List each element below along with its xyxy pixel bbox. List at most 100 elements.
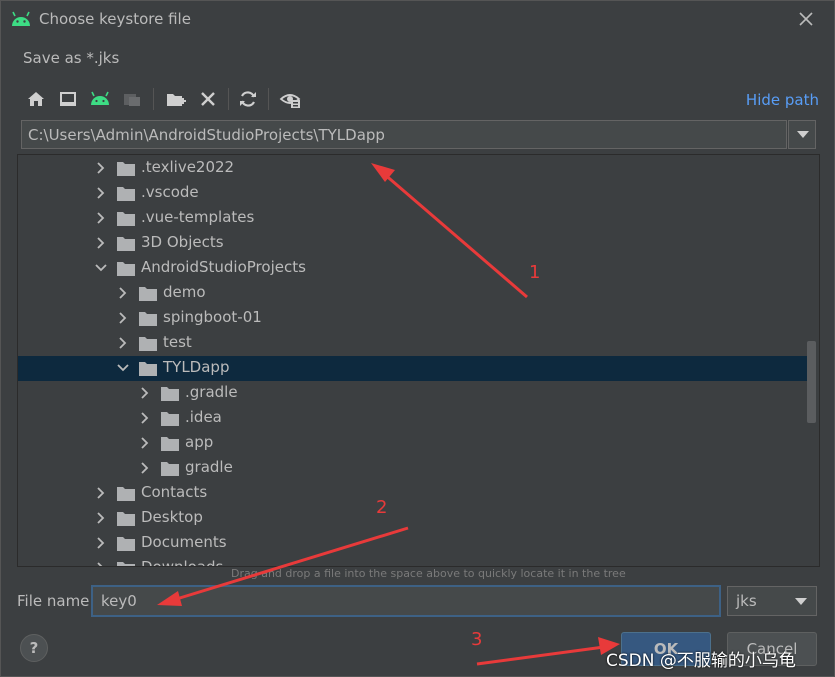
folder-icon xyxy=(117,237,135,251)
chevron-down-icon xyxy=(797,131,809,138)
module-icon[interactable] xyxy=(121,88,143,110)
toolbar-separator xyxy=(153,88,154,110)
toolbar xyxy=(21,86,821,114)
tree-row-label: .vscode xyxy=(141,183,199,201)
chevron-right-icon[interactable] xyxy=(95,562,107,567)
chevron-down-icon[interactable] xyxy=(95,262,107,274)
tree-row-label: .idea xyxy=(185,408,222,426)
folder-icon xyxy=(117,187,135,201)
file-type-value: jks xyxy=(736,592,757,610)
hide-path-link[interactable]: Hide path xyxy=(746,91,819,109)
help-button[interactable]: ? xyxy=(20,634,48,662)
path-history-dropdown[interactable] xyxy=(788,120,816,149)
tree-scrollbar-thumb[interactable] xyxy=(807,341,816,423)
tree-row-label: Contacts xyxy=(141,483,208,501)
tree-row-label: TYLDapp xyxy=(163,358,230,376)
folder-icon xyxy=(161,387,179,401)
tree-row[interactable]: .vscode xyxy=(18,181,807,206)
chevron-right-icon[interactable] xyxy=(139,412,151,424)
chevron-right-icon[interactable] xyxy=(139,387,151,399)
android-project-icon[interactable] xyxy=(89,88,111,110)
chevron-right-icon[interactable] xyxy=(117,337,129,349)
file-name-label: File name: xyxy=(17,592,95,610)
chevron-right-icon[interactable] xyxy=(95,237,107,249)
folder-icon xyxy=(117,262,135,276)
tree-row-label: .vue-templates xyxy=(141,208,255,226)
tree-row[interactable]: demo xyxy=(18,281,807,306)
annotation-label-3: 3 xyxy=(471,629,483,650)
tree-row[interactable]: .idea xyxy=(18,406,807,431)
chevron-right-icon[interactable] xyxy=(117,287,129,299)
tree-row[interactable]: spingboot-01 xyxy=(18,306,807,331)
folder-icon xyxy=(139,362,157,376)
folder-icon xyxy=(139,312,157,326)
new-folder-icon[interactable] xyxy=(165,88,187,110)
show-hidden-icon[interactable] xyxy=(279,88,301,110)
tree-row-label: AndroidStudioProjects xyxy=(141,258,306,276)
chevron-right-icon[interactable] xyxy=(95,487,107,499)
tree-row-label: Desktop xyxy=(141,508,203,526)
tree-row-label: gradle xyxy=(185,458,233,476)
chevron-right-icon[interactable] xyxy=(117,312,129,324)
folder-icon xyxy=(139,337,157,351)
tree-row[interactable]: Downloads xyxy=(18,556,807,567)
tree-row[interactable]: .texlive2022 xyxy=(18,156,807,181)
dialog-window: Choose keystore file Save as *.jks Hide … xyxy=(0,0,835,677)
toolbar-separator xyxy=(228,88,229,110)
chevron-right-icon[interactable] xyxy=(95,187,107,199)
tree-row[interactable]: .vue-templates xyxy=(18,206,807,231)
folder-icon xyxy=(117,162,135,176)
dialog-description: Save as *.jks xyxy=(23,49,120,67)
close-icon[interactable] xyxy=(796,9,816,29)
tree-row-label: .texlive2022 xyxy=(141,158,235,176)
file-tree[interactable]: .texlive2022 .vscode .vue-templates 3D Obje… xyxy=(17,154,820,567)
tree-row-label: app xyxy=(185,433,214,451)
delete-icon[interactable] xyxy=(197,88,219,110)
chevron-right-icon[interactable] xyxy=(95,212,107,224)
desktop-icon[interactable] xyxy=(57,88,79,110)
chevron-right-icon[interactable] xyxy=(95,537,107,549)
tree-row[interactable]: Desktop xyxy=(18,506,807,531)
drag-drop-hint: Drag and drop a file into the space abov… xyxy=(231,567,626,580)
tree-row[interactable]: Documents xyxy=(18,531,807,556)
tree-row[interactable]: 3D Objects xyxy=(18,231,807,256)
file-type-select[interactable]: jks xyxy=(727,586,817,616)
tree-row[interactable]: .gradle xyxy=(18,381,807,406)
refresh-icon[interactable] xyxy=(237,88,259,110)
chevron-down-icon xyxy=(795,598,807,605)
chevron-down-icon[interactable] xyxy=(117,362,129,374)
tree-row-label: test xyxy=(163,333,192,351)
folder-icon xyxy=(139,287,157,301)
title-bar: Choose keystore file xyxy=(1,1,834,39)
folder-icon xyxy=(117,537,135,551)
file-name-input[interactable] xyxy=(93,587,719,615)
file-name-field[interactable] xyxy=(91,585,721,617)
tree-row-label: Documents xyxy=(141,533,227,551)
folder-icon xyxy=(117,212,135,226)
tree-row-label: spingboot-01 xyxy=(163,308,262,326)
tree-row[interactable]: TYLDapp xyxy=(18,356,807,381)
folder-icon xyxy=(161,462,179,476)
home-icon[interactable] xyxy=(25,88,47,110)
tree-row[interactable]: AndroidStudioProjects xyxy=(18,256,807,281)
folder-icon xyxy=(161,412,179,426)
tree-row[interactable]: Contacts xyxy=(18,481,807,506)
tree-row-label: 3D Objects xyxy=(141,233,224,251)
chevron-right-icon[interactable] xyxy=(95,162,107,174)
chevron-right-icon[interactable] xyxy=(139,437,151,449)
folder-icon xyxy=(117,487,135,501)
annotation-label-2: 2 xyxy=(376,497,388,518)
annotation-label-1: 1 xyxy=(529,262,541,283)
chevron-right-icon[interactable] xyxy=(95,512,107,524)
watermark: CSDN @不服输的小乌龟 xyxy=(606,651,796,671)
tree-row-label: .gradle xyxy=(185,383,238,401)
chevron-right-icon[interactable] xyxy=(139,462,151,474)
tree-row[interactable]: app xyxy=(18,431,807,456)
path-input[interactable] xyxy=(22,121,786,148)
tree-row[interactable]: gradle xyxy=(18,456,807,481)
path-field[interactable] xyxy=(21,120,787,149)
window-title: Choose keystore file xyxy=(39,10,191,28)
folder-icon xyxy=(117,562,135,566)
tree-row[interactable]: test xyxy=(18,331,807,356)
toolbar-separator xyxy=(268,88,269,110)
